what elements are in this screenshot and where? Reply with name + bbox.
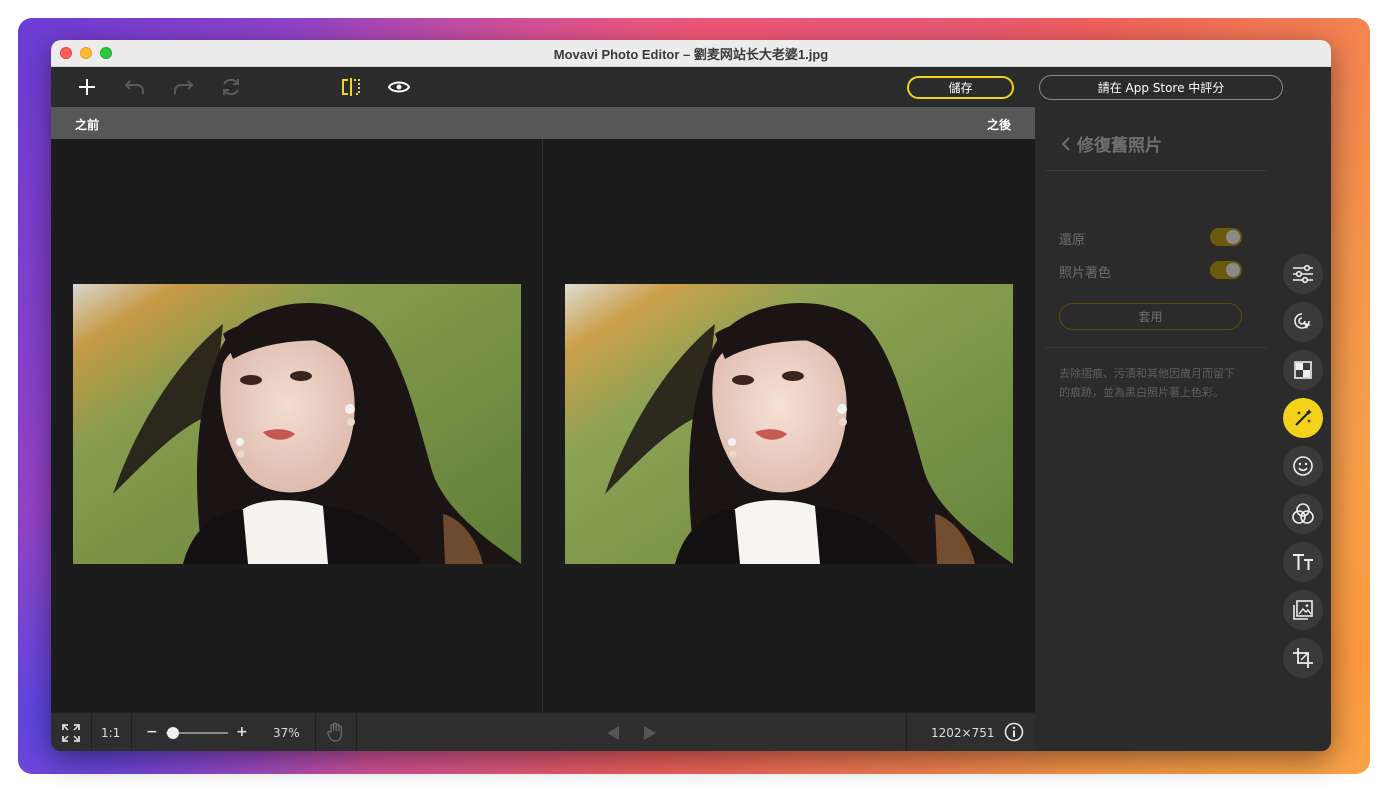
retouch-icon[interactable] [1283,350,1323,390]
restore-magic-icon[interactable] [1283,398,1323,438]
photo-before [73,284,521,564]
zoom-value: 37% [273,726,300,740]
undo-icon[interactable] [121,73,149,101]
compare-divider[interactable] [542,139,543,712]
status-separator [906,713,907,751]
panel-divider [1045,170,1267,171]
select-icon[interactable] [1283,302,1323,342]
zoom-in-button[interactable]: + [236,724,248,740]
face-icon[interactable] [1283,446,1323,486]
title-bar: Movavi Photo Editor – 劉麦网站长大老婆1.jpg [51,40,1331,67]
option-restore-label: 還原 [1059,233,1086,248]
status-bar: 1:1 − + 37% 1202×751 [51,712,1035,751]
zoom-out-button[interactable]: − [146,724,158,740]
adjust-icon[interactable] [1283,254,1323,294]
before-label: 之前 [75,118,100,132]
save-button[interactable]: 儲存 [907,76,1014,99]
status-separator [315,713,316,751]
hand-pan-icon[interactable] [327,722,345,746]
rate-app-store-button[interactable]: 請在 App Store 中評分 [1039,75,1283,100]
reset-icon[interactable] [217,73,245,101]
zoom-slider-thumb[interactable] [167,727,180,739]
panel-description: 去除摺痕、污漬和其他因歲月而留下的痕跡，並為黑白照片著上色彩。 [1059,367,1235,399]
image-canvas[interactable] [51,139,1035,712]
image-dimensions: 1202×751 [931,726,995,740]
photo-after [565,284,1013,564]
text-icon[interactable] [1283,542,1323,582]
minimize-window-button[interactable] [80,47,92,59]
next-image-icon[interactable] [643,725,657,745]
redo-icon[interactable] [169,73,197,101]
compare-header: 之前 之後 [51,107,1035,139]
panel-title: 修復舊照片 [1077,136,1162,156]
close-window-button[interactable] [60,47,72,59]
preview-eye-icon[interactable] [385,73,413,101]
option-restore-toggle[interactable] [1210,228,1242,246]
crop-icon[interactable] [1283,638,1323,678]
fit-screen-icon[interactable] [61,723,81,747]
image-icon[interactable] [1283,590,1323,630]
panel-back-button[interactable]: 修復舊照片 [1061,131,1162,156]
status-separator [356,713,357,751]
filters-icon[interactable] [1283,494,1323,534]
panel-divider [1045,347,1267,348]
tool-panel: 修復舊照片 還原 照片著色 套用 去除摺痕、污漬和其他因歲月而留下的痕跡，並為黑… [1035,107,1331,751]
compare-split-icon[interactable] [337,73,365,101]
status-separator [91,713,92,751]
maximize-window-button[interactable] [100,47,112,59]
chevron-left-icon [1061,136,1070,151]
option-colorize-label: 照片著色 [1059,266,1112,281]
apply-button[interactable]: 套用 [1059,303,1242,330]
app-window: Movavi Photo Editor – 劉麦网站长大老婆1.jpg 儲存 請… [51,40,1331,751]
toolbar: 儲存 請在 App Store 中評分 [51,67,1331,107]
add-icon[interactable] [73,73,101,101]
previous-image-icon[interactable] [606,725,620,745]
actual-size-button[interactable]: 1:1 [101,726,120,740]
after-label: 之後 [986,118,1011,132]
status-separator [131,713,132,751]
option-colorize-toggle[interactable] [1210,261,1242,279]
window-title: Movavi Photo Editor – 劉麦网站长大老婆1.jpg [553,46,829,62]
window-controls [60,47,112,59]
info-icon[interactable] [1004,722,1024,746]
